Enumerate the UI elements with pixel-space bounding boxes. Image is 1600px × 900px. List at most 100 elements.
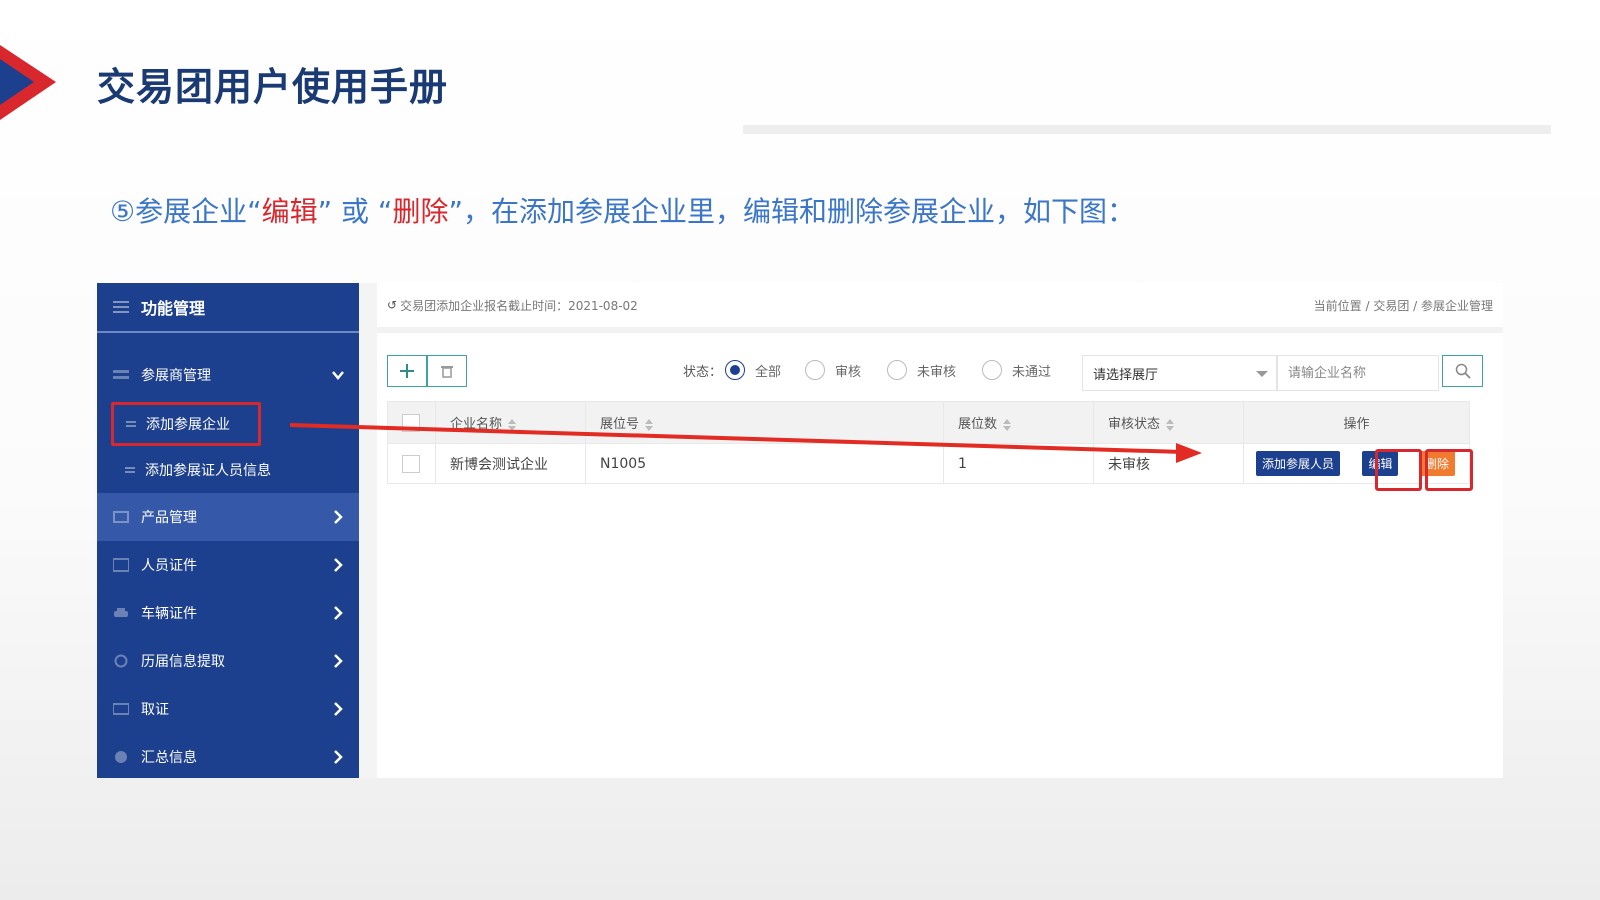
refresh-icon: ↺	[387, 298, 398, 312]
sidebar-item-label: 历届信息提取	[141, 654, 225, 670]
chevron-down-icon	[332, 371, 344, 380]
sidebar-item-product-management[interactable]: 产品管理	[97, 493, 359, 541]
card-icon	[113, 703, 129, 715]
header-booth-no[interactable]: 展位号	[585, 401, 944, 444]
exhibitor-table: 企业名称 展位号 展位数 审核状态 操作 新博会测试企业 N1005 1 未审核…	[387, 401, 1470, 484]
sort-icon	[645, 418, 654, 431]
radio-rejected[interactable]: 未通过	[982, 360, 1051, 380]
history-icon	[114, 654, 128, 668]
radio-all[interactable]: 全部	[725, 360, 781, 380]
sidebar-item-label: 人员证件	[141, 558, 197, 574]
instruction-edit-keyword: 编辑	[261, 195, 318, 228]
sidebar-item-label: 产品管理	[141, 510, 197, 526]
header-actions: 操作	[1243, 401, 1470, 444]
instruction-suffix: ”，在添加参展企业里，编辑和删除参展企业，如下图：	[448, 195, 1135, 228]
sidebar-item-label: 取证	[141, 702, 169, 718]
breadcrumb: 当前位置 / 交易团 / 参展企业管理	[1313, 298, 1493, 313]
radio-label: 未通过	[1012, 364, 1052, 380]
sidebar-item-staff-badges[interactable]: 人员证件	[97, 541, 359, 589]
add-staff-button[interactable]: 添加参展人员	[1256, 451, 1341, 476]
delete-highlight-box	[1425, 449, 1473, 491]
title-divider	[743, 125, 1551, 134]
deadline-text: 交易团添加企业报名截止时间：2021-08-02	[400, 298, 638, 313]
cell-booth-count: 1	[943, 443, 1094, 484]
app-screenshot: 功能管理 参展商管理 添加参展企业 添加参展证人员信息 产品管理 人员证件 车辆…	[97, 283, 1503, 778]
menu-icon	[113, 301, 129, 313]
table-header-row: 企业名称 展位号 展位数 审核状态 操作	[387, 401, 1470, 444]
instruction-mid: ” 或 “	[317, 195, 393, 228]
instruction-delete-keyword: 删除	[392, 195, 449, 228]
sidebar-item-label: 汇总信息	[141, 750, 197, 766]
sort-icon	[508, 418, 517, 431]
sidebar-subitem-label: 添加参展企业	[146, 417, 230, 433]
sidebar-item-exhibitor-management[interactable]: 参展商管理	[97, 351, 359, 399]
sort-icon	[1166, 418, 1175, 431]
list-icon	[113, 370, 129, 379]
plus-icon	[400, 364, 414, 378]
sidebar-item-label: 参展商管理	[141, 368, 211, 384]
car-icon	[114, 608, 128, 617]
trash-icon	[441, 366, 453, 378]
sidebar-subitem-label: 添加参展证人员信息	[145, 462, 271, 479]
radio-reviewed[interactable]: 审核	[805, 360, 861, 380]
sidebar-item-label: 车辆证件	[141, 606, 197, 622]
radio-dot	[887, 360, 907, 380]
id-card-icon	[113, 558, 129, 572]
sidebar-subitem-add-badge-staff[interactable]: 添加参展证人员信息	[97, 446, 359, 493]
sidebar-item-vehicle-badges[interactable]: 车辆证件	[97, 589, 359, 637]
radio-label: 未审核	[917, 364, 957, 380]
pie-chart-icon	[115, 751, 127, 763]
sidebar-item-history[interactable]: 历届信息提取	[97, 637, 359, 685]
edit-highlight-box	[1375, 449, 1422, 491]
list-icon	[126, 421, 136, 427]
sort-icon	[1003, 418, 1012, 431]
cell-company-name: 新博会测试企业	[435, 443, 586, 484]
chevron-right-icon	[334, 702, 343, 716]
row-checkbox[interactable]	[402, 454, 420, 473]
main-content: ↺ 交易团添加企业报名截止时间：2021-08-02 当前位置 / 交易团 / …	[377, 283, 1503, 778]
sidebar-item-pickup[interactable]: 取证	[97, 685, 359, 733]
table-row: 新博会测试企业 N1005 1 未审核 添加参展人员 编辑 删除	[387, 443, 1470, 484]
deadline-notice: ↺ 交易团添加企业报名截止时间：2021-08-02	[387, 297, 638, 314]
status-label: 状态：	[683, 365, 723, 380]
cell-booth-no: N1005	[585, 443, 944, 484]
sidebar: 功能管理 参展商管理 添加参展企业 添加参展证人员信息 产品管理 人员证件 车辆…	[97, 283, 359, 778]
toolbar: 状态： 全部 审核 未审核 未通过 请选择展厅	[387, 355, 1483, 391]
slide-arrow-decoration	[0, 45, 56, 120]
radio-label: 全部	[755, 364, 782, 380]
header-select-all[interactable]	[387, 401, 436, 444]
instruction-prefix: ⑤参展企业“	[110, 195, 262, 228]
radio-label: 审核	[835, 364, 862, 380]
cell-review-status: 未审核	[1093, 443, 1244, 484]
sidebar-header-label: 功能管理	[141, 299, 206, 318]
sidebar-item-summary[interactable]: 汇总信息	[97, 733, 359, 781]
chevron-right-icon	[334, 654, 343, 668]
chevron-right-icon	[334, 558, 343, 572]
chevron-right-icon	[334, 606, 343, 620]
delete-selected-button[interactable]	[427, 355, 467, 387]
box-icon	[113, 511, 129, 523]
radio-dot	[982, 360, 1002, 380]
row-checkbox-cell	[387, 443, 436, 484]
list-icon	[125, 466, 135, 473]
hall-select-value: 请选择展厅	[1093, 367, 1159, 383]
company-search-input[interactable]	[1277, 355, 1439, 391]
header-booth-count[interactable]: 展位数	[943, 401, 1094, 444]
hall-select[interactable]: 请选择展厅	[1082, 355, 1277, 391]
chevron-down-icon	[1256, 371, 1268, 377]
search-button[interactable]	[1442, 355, 1483, 387]
chevron-right-icon	[334, 750, 343, 764]
radio-dot	[805, 360, 825, 380]
header-company-name[interactable]: 企业名称	[435, 401, 586, 444]
search-icon	[1455, 363, 1471, 379]
topbar: ↺ 交易团添加企业报名截止时间：2021-08-02 当前位置 / 交易团 / …	[377, 283, 1503, 333]
radio-pending[interactable]: 未审核	[887, 360, 956, 380]
sidebar-header: 功能管理	[97, 283, 359, 333]
add-button[interactable]	[387, 355, 427, 387]
sidebar-subitem-add-exhibitor[interactable]: 添加参展企业	[111, 402, 261, 446]
chevron-right-icon	[334, 510, 343, 524]
instruction-text: ⑤参展企业“编辑” 或 “删除”，在添加参展企业里，编辑和删除参展企业，如下图：	[110, 190, 1135, 230]
select-all-checkbox[interactable]	[402, 413, 420, 432]
slide-title: 交易团用户使用手册	[97, 65, 449, 109]
header-review-status[interactable]: 审核状态	[1093, 401, 1244, 444]
